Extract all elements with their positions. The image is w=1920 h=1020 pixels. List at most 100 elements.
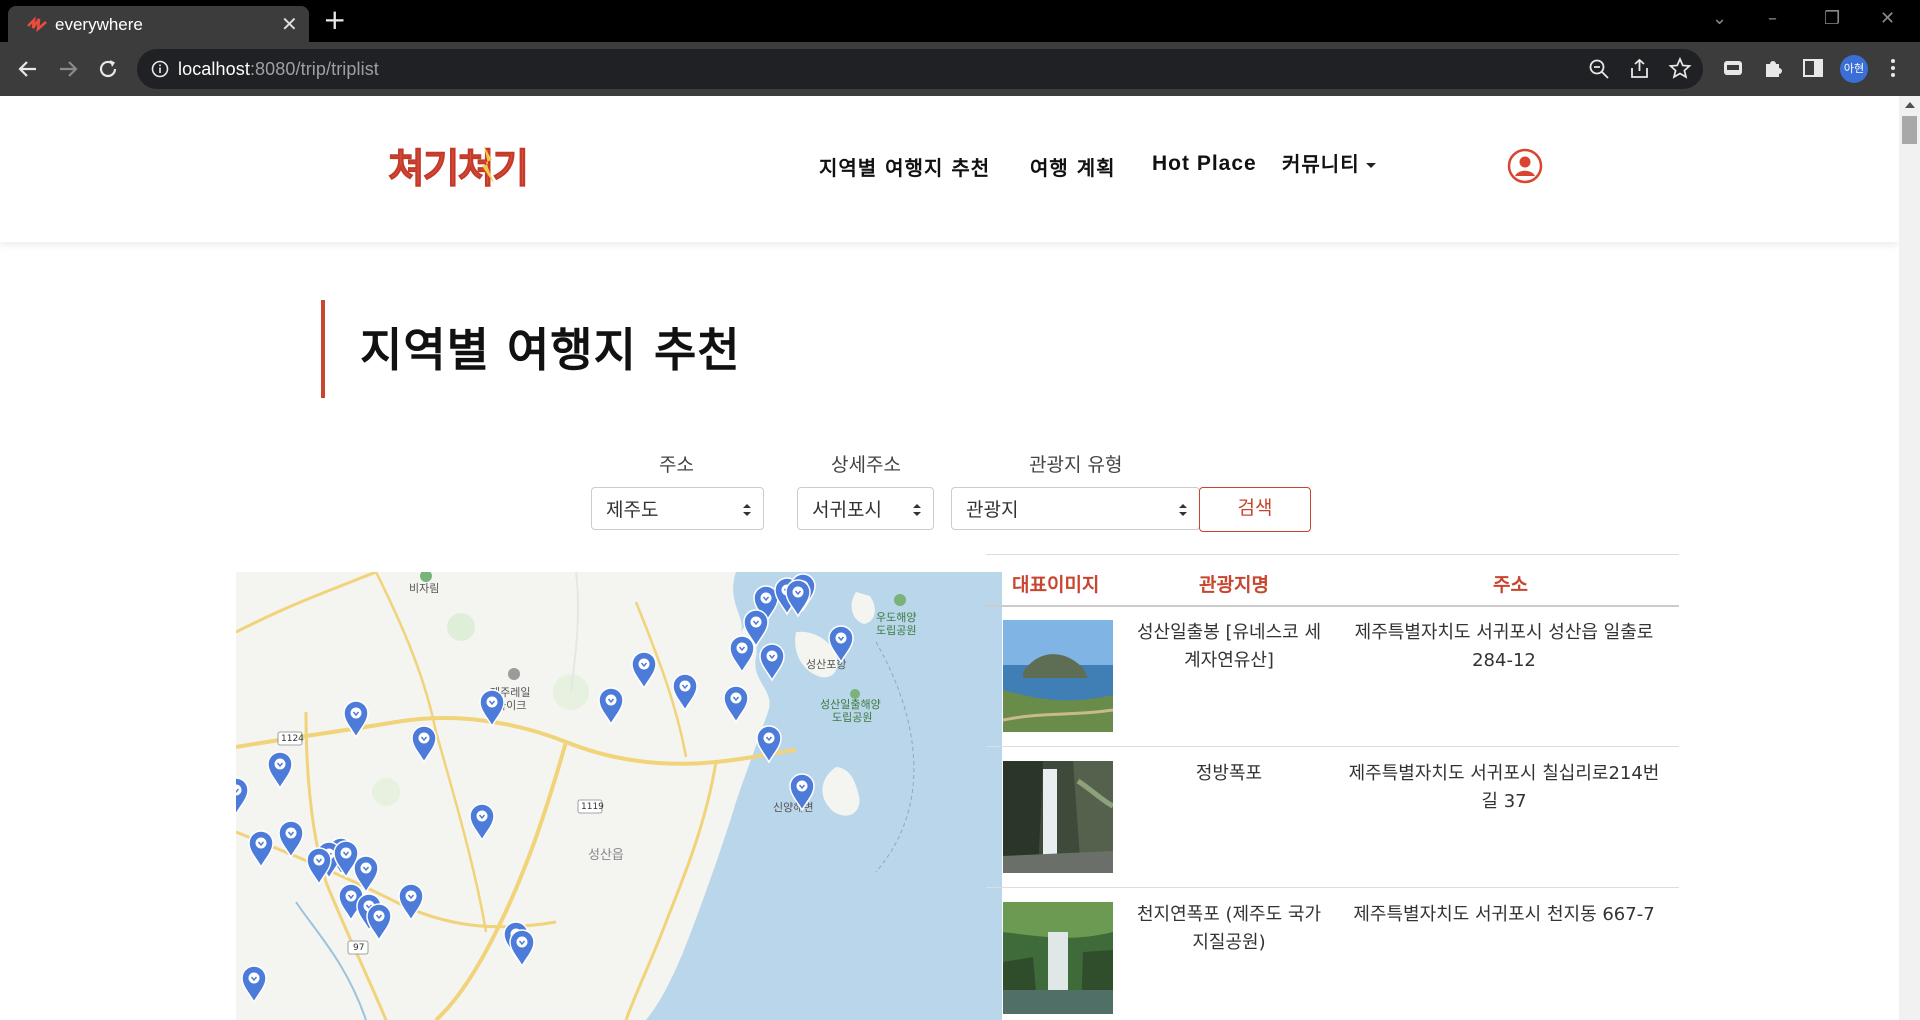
map-marker-pin-icon[interactable] (305, 846, 333, 886)
map-marker-pin-icon[interactable] (277, 819, 305, 859)
map-view[interactable]: 비자림 제주레일 바이크 우도해양 도립공원 성산포항 성산일출해양 도립공원 … (236, 572, 1002, 1020)
detail-address-select-value: 서귀포시 (812, 499, 882, 521)
map-marker-pin-icon[interactable] (630, 650, 658, 690)
select-arrows-icon (913, 504, 921, 516)
web-page: 쳐기쳐기 지역별 여행지 추천 여행 계획 Hot Place 커뮤니티 지역별… (0, 96, 1899, 1020)
map-road-1124: 1124 (281, 734, 304, 744)
map-label-seongsan-eup: 성산읍 (588, 848, 624, 863)
browser-toolbar: localhost:8080/trip/triplist 아현 (0, 42, 1920, 96)
attraction-address: 제주특별자치도 서귀포시 칠십리로214번길 37 (1348, 763, 1660, 812)
zoom-icon[interactable] (1586, 56, 1612, 82)
svg-text:쳐기쳐기: 쳐기쳐기 (388, 146, 527, 192)
back-icon[interactable] (14, 55, 42, 83)
map-marker-pin-icon[interactable] (236, 776, 250, 816)
attraction-thumbnail[interactable] (1003, 761, 1113, 873)
address-label: 주소 (659, 454, 694, 476)
site-favicon-icon (27, 16, 47, 33)
map-marker-pin-icon[interactable] (728, 634, 756, 674)
nav-region-recommend[interactable]: 지역별 여행지 추천 (819, 152, 990, 181)
profile-avatar[interactable]: 아현 (1840, 55, 1868, 83)
browser-tab[interactable]: everywhere ✕ (8, 6, 309, 42)
map-label-udo-park: 도립공원 (876, 624, 917, 637)
address-select[interactable]: 제주도 (591, 487, 764, 530)
type-label: 관광지 유형 (1029, 454, 1123, 476)
side-panel-icon[interactable] (1800, 55, 1826, 81)
column-header-address: 주소 (1493, 574, 1528, 596)
new-tab-icon[interactable]: + (323, 6, 346, 34)
attraction-name[interactable]: 천지연폭포 (제주도 국가지질공원) (1134, 901, 1324, 957)
chevron-down-icon (1365, 163, 1376, 168)
nav-trip-plan[interactable]: 여행 계획 (1030, 152, 1116, 181)
detail-address-label: 상세주소 (831, 454, 901, 476)
scroll-up-arrow-icon[interactable] (1905, 102, 1915, 108)
attraction-thumbnail[interactable] (1003, 902, 1113, 1014)
extensions-puzzle-icon[interactable] (1760, 55, 1786, 81)
map-marker-pin-icon[interactable] (240, 964, 268, 1004)
type-select-value: 관광지 (966, 499, 1019, 521)
map-marker-pin-icon[interactable] (266, 750, 294, 790)
browser-menu-icon[interactable] (1880, 55, 1906, 81)
map-marker-pin-icon[interactable] (784, 578, 812, 618)
map-marker-pin-icon[interactable] (758, 642, 786, 682)
user-account-icon[interactable] (1507, 148, 1543, 184)
select-arrows-icon (743, 504, 751, 516)
map-label-seongsan-sunrise-park: 도립공원 (832, 711, 873, 724)
map-marker-pin-icon[interactable] (508, 928, 536, 968)
map-marker-pin-icon[interactable] (397, 882, 425, 922)
attraction-address: 제주특별자치도 서귀포시 성산읍 일출로 284-12 (1354, 622, 1654, 671)
map-marker-pin-icon[interactable] (722, 684, 750, 724)
address-bar[interactable]: localhost:8080/trip/triplist (137, 49, 1703, 89)
attraction-address: 제주특별자치도 서귀포시 천지동 667-7 (1353, 904, 1655, 925)
site-logo[interactable]: 쳐기쳐기 (388, 138, 588, 194)
table-row[interactable]: 성산일출봉 [유네스코 세계자연유산] 제주특별자치도 서귀포시 성산읍 일출로… (986, 607, 1679, 747)
table-top-border (986, 554, 1679, 555)
map-marker-pin-icon[interactable] (468, 802, 496, 842)
nav-community-dropdown[interactable]: 커뮤니티 (1282, 148, 1376, 177)
column-header-image: 대표이미지 (1012, 574, 1100, 596)
reload-icon[interactable] (94, 55, 122, 83)
forward-icon[interactable] (54, 55, 82, 83)
nav-hot-place[interactable]: Hot Place (1152, 152, 1257, 176)
url-text: localhost:8080/trip/triplist (178, 59, 379, 79)
map-label-bijarim: 비자림 (409, 582, 440, 595)
attraction-name[interactable]: 성산일출봉 [유네스코 세계자연유산] (1134, 619, 1324, 675)
address-select-value: 제주도 (606, 499, 659, 521)
tab-search-icon[interactable]: ⌄ (1712, 8, 1727, 29)
detail-address-select[interactable]: 서귀포시 (797, 487, 934, 530)
extension-app-icon[interactable] (1720, 55, 1746, 81)
map-marker-pin-icon[interactable] (478, 688, 506, 728)
site-info-icon[interactable] (150, 59, 170, 79)
map-marker-pin-icon[interactable] (365, 902, 393, 942)
bookmark-star-icon[interactable] (1667, 56, 1693, 82)
share-icon[interactable] (1627, 56, 1653, 82)
attraction-thumbnail[interactable] (1003, 620, 1113, 732)
map-marker-pin-icon[interactable] (671, 672, 699, 712)
window-close-icon[interactable]: ✕ (1880, 8, 1895, 29)
map-marker-pin-icon[interactable] (755, 724, 783, 764)
type-select[interactable]: 관광지 (951, 487, 1200, 530)
map-marker-pin-icon[interactable] (342, 699, 370, 739)
search-button[interactable]: 검색 (1199, 487, 1311, 532)
map-marker-pin-icon[interactable] (410, 724, 438, 764)
attraction-name[interactable]: 정방폭포 (1134, 760, 1324, 788)
browser-tab-bar: everywhere ✕ + ⌄ – ❐ ✕ (0, 0, 1920, 42)
tab-close-icon[interactable]: ✕ (281, 12, 298, 36)
map-marker-pin-icon[interactable] (788, 772, 816, 812)
map-base (236, 572, 1002, 1020)
table-row[interactable]: 정방폭포 제주특별자치도 서귀포시 칠십리로214번길 37 (986, 748, 1679, 888)
page-title: 지역별 여행지 추천 (360, 323, 741, 377)
site-header: 쳐기쳐기 지역별 여행지 추천 여행 계획 Hot Place 커뮤니티 (0, 96, 1899, 242)
restore-icon[interactable]: ❐ (1824, 8, 1840, 29)
table-row[interactable]: 천지연폭포 (제주도 국가지질공원) 제주특별자치도 서귀포시 천지동 667-… (986, 889, 1679, 1020)
page-scrollbar[interactable] (1899, 96, 1920, 1020)
select-arrows-icon (1179, 504, 1187, 516)
nav-community-label: 커뮤니티 (1282, 152, 1360, 176)
map-road-97: 97 (353, 943, 365, 953)
map-marker-pin-icon[interactable] (247, 829, 275, 869)
map-marker-pin-icon[interactable] (827, 624, 855, 664)
map-marker-pin-icon[interactable] (597, 686, 625, 726)
column-header-name: 관광지명 (1199, 574, 1269, 596)
minimize-icon[interactable]: – (1768, 8, 1777, 29)
scrollbar-thumb[interactable] (1902, 116, 1917, 144)
tab-title: everywhere (55, 15, 143, 34)
